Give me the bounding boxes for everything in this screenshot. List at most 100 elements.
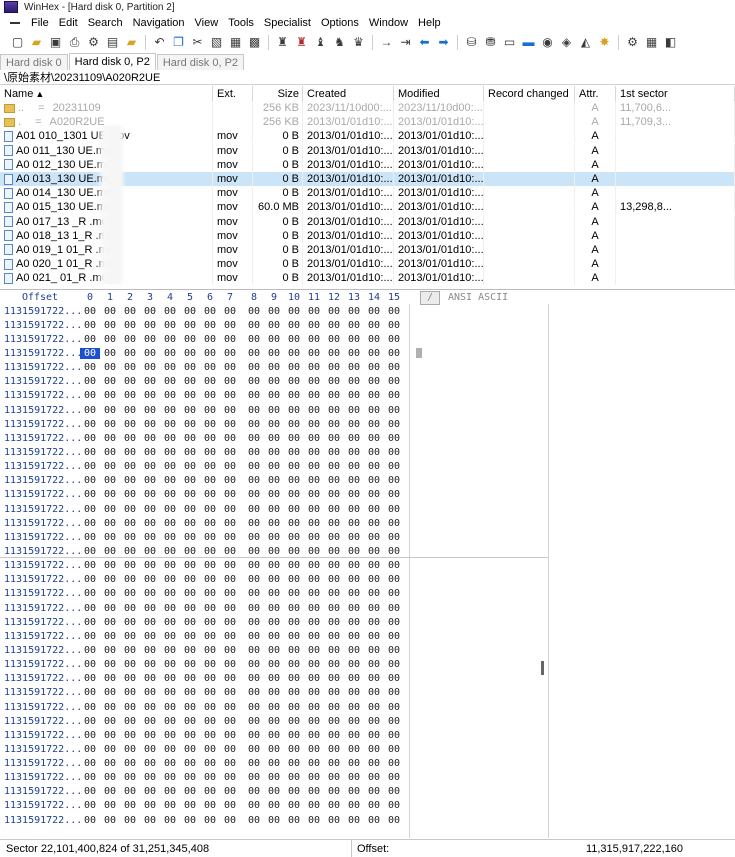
hex-byte[interactable]: 00 (220, 631, 240, 642)
hex-byte[interactable]: 00 (364, 687, 384, 698)
hex-byte[interactable]: 00 (120, 419, 140, 430)
hex-row[interactable]: 1131591722... 00 00 00 00 00 00 00 00 00 00 00 00 00 0… (0, 700, 735, 714)
hex-byte[interactable]: 00 (100, 645, 120, 656)
hex-byte[interactable]: 00 (364, 376, 384, 387)
hex-byte[interactable]: 00 (120, 405, 140, 416)
hex-byte[interactable]: 00 (364, 702, 384, 713)
hex-byte[interactable]: 00 (80, 659, 100, 670)
hex-byte[interactable]: 00 (344, 405, 364, 416)
hex-byte[interactable]: 00 (160, 447, 180, 458)
hex-byte[interactable]: 00 (180, 645, 200, 656)
hex-byte[interactable]: 00 (324, 730, 344, 741)
hex-byte[interactable]: 00 (200, 433, 220, 444)
hex-byte[interactable]: 00 (180, 348, 200, 359)
hex-byte[interactable]: 00 (180, 574, 200, 585)
hex-byte[interactable]: 00 (344, 673, 364, 684)
hex-row[interactable]: 1131591722... 00 00 00 00 00 00 00 00 00 00 00 00 00 0… (0, 601, 735, 615)
hex-byte[interactable]: 00 (220, 461, 240, 472)
hex-byte[interactable]: 00 (264, 334, 284, 345)
hex-byte[interactable]: 00 (264, 376, 284, 387)
tab-hard-disk-0-p2-active[interactable]: Hard disk 0, P2 (68, 53, 156, 70)
hex-byte[interactable]: 00 (100, 334, 120, 345)
hex-byte[interactable]: 00 (264, 475, 284, 486)
hex-byte[interactable]: 00 (324, 348, 344, 359)
hex-byte[interactable]: 00 (344, 306, 364, 317)
hex-byte[interactable]: 00 (244, 730, 264, 741)
hex-byte[interactable]: 00 (364, 405, 384, 416)
hex-byte[interactable]: 00 (140, 659, 160, 670)
hex-byte[interactable]: 00 (324, 320, 344, 331)
hex-byte[interactable]: 00 (344, 447, 364, 458)
goto-sector-icon[interactable]: ⇥ (397, 34, 414, 51)
hex-row[interactable]: 1131591722... 00 00 00 00 00 00 00 00 00 00 00 00 00 0… (0, 516, 735, 530)
hex-byte[interactable]: 00 (264, 320, 284, 331)
hex-byte[interactable]: 00 (160, 659, 180, 670)
hex-byte[interactable]: 00 (120, 772, 140, 783)
hex-byte[interactable]: 00 (140, 419, 160, 430)
menu-view[interactable]: View (190, 17, 224, 29)
hex-byte[interactable]: 00 (80, 786, 100, 797)
copy-icon[interactable]: ❐ (170, 34, 187, 51)
hex-byte[interactable]: 00 (140, 617, 160, 628)
hex-byte[interactable]: 00 (220, 546, 240, 557)
hex-byte[interactable]: 00 (344, 645, 364, 656)
hex-byte[interactable]: 00 (244, 447, 264, 458)
hex-byte[interactable]: 00 (264, 645, 284, 656)
hex-byte[interactable]: 00 (344, 348, 364, 359)
hex-byte[interactable]: 00 (384, 786, 404, 797)
hex-byte[interactable]: 00 (100, 588, 120, 599)
col-header-modified[interactable]: Modified (394, 86, 484, 101)
open-folder-icon[interactable]: ▰ (28, 34, 45, 51)
hex-byte[interactable]: 00 (304, 702, 324, 713)
hex-byte[interactable]: 00 (284, 617, 304, 628)
hex-byte[interactable]: 00 (244, 306, 264, 317)
hex-byte[interactable]: 00 (180, 659, 200, 670)
hex-byte[interactable]: 00 (364, 645, 384, 656)
hex-byte[interactable]: 00 (284, 645, 304, 656)
hex-byte[interactable]: 00 (200, 645, 220, 656)
hex-byte[interactable]: 00 (304, 631, 324, 642)
hex-byte[interactable]: 00 (264, 800, 284, 811)
hex-byte[interactable]: 00 (364, 504, 384, 515)
hex-row[interactable]: 1131591722... 00 00 00 00 00 00 00 00 00 00 00 00 00 0… (0, 742, 735, 756)
hex-byte[interactable]: 00 (244, 815, 264, 826)
hex-byte[interactable]: 00 (364, 475, 384, 486)
hex-byte[interactable]: 00 (180, 730, 200, 741)
hex-byte[interactable]: 00 (80, 419, 100, 430)
hex-byte[interactable]: 00 (140, 687, 160, 698)
hex-byte[interactable]: 00 (220, 532, 240, 543)
hex-byte[interactable]: 00 (200, 405, 220, 416)
hex-byte[interactable]: 00 (284, 744, 304, 755)
hex-row[interactable]: 1131591722... 00 00 00 00 00 00 00 00 00 00 00 00 00 0… (0, 658, 735, 672)
hex-byte[interactable]: 00 (384, 673, 404, 684)
options-icon[interactable]: ⚙ (624, 34, 641, 51)
hex-byte[interactable]: 00 (80, 347, 100, 359)
hex-byte[interactable]: 00 (284, 560, 304, 571)
hex-byte[interactable]: 00 (180, 376, 200, 387)
hex-byte[interactable]: 00 (180, 334, 200, 345)
hex-byte[interactable]: 00 (264, 447, 284, 458)
hex-row[interactable]: 1131591722... 00 00 00 00 00 00 00 00 00 00 00 00 00 0… (0, 530, 735, 544)
splitter-handle[interactable] (541, 661, 544, 675)
hex-byte[interactable]: 00 (384, 532, 404, 543)
hex-byte[interactable]: 00 (120, 546, 140, 557)
hex-byte[interactable]: 00 (264, 588, 284, 599)
hex-byte[interactable]: 00 (120, 659, 140, 670)
menu-specialist[interactable]: Specialist (259, 17, 316, 29)
hex-byte[interactable]: 00 (100, 815, 120, 826)
charset-toggle-icon[interactable]: / (420, 290, 440, 305)
hex-byte[interactable]: 00 (384, 419, 404, 430)
hex-byte[interactable]: 00 (304, 306, 324, 317)
hex-byte[interactable]: 00 (120, 786, 140, 797)
hex-byte[interactable]: 00 (180, 617, 200, 628)
hex-byte[interactable]: 00 (160, 560, 180, 571)
hex-byte[interactable]: 00 (384, 348, 404, 359)
hex-byte[interactable]: 00 (264, 758, 284, 769)
search-options-icon[interactable]: ♛ (350, 34, 367, 51)
hex-byte[interactable]: 00 (140, 560, 160, 571)
hex-byte[interactable]: 00 (344, 744, 364, 755)
hex-byte[interactable]: 00 (160, 800, 180, 811)
hex-byte[interactable]: 00 (284, 786, 304, 797)
hex-row[interactable]: 1131591722... 00 00 00 00 00 00 00 00 00 00 00 00 00 0… (0, 813, 735, 827)
hex-byte[interactable]: 00 (140, 772, 160, 783)
